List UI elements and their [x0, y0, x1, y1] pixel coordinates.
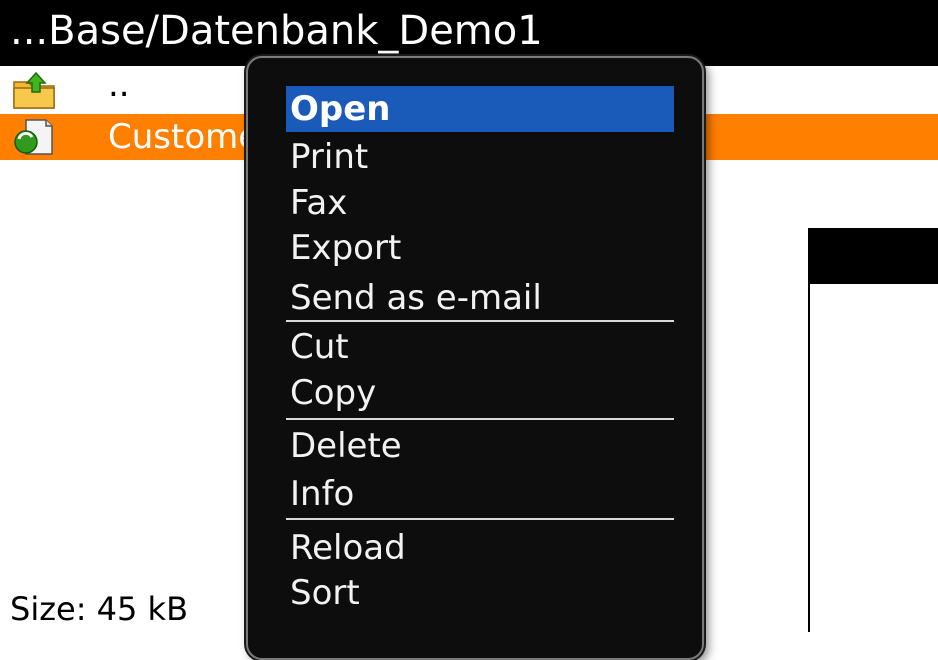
path-title: ...Base/Datenbank_Demo1 — [10, 8, 543, 54]
menu-item-send-email[interactable]: Send as e-mail — [286, 275, 674, 321]
menu-item-cut[interactable]: Cut — [286, 324, 674, 370]
background-panel-header — [810, 228, 938, 284]
file-size-status: Size: 45 kB — [10, 590, 189, 628]
file-name: .. — [108, 65, 130, 105]
background-panel — [808, 228, 938, 632]
menu-item-copy[interactable]: Copy — [286, 370, 674, 416]
folder-up-icon — [12, 71, 56, 110]
menu-item-delete[interactable]: Delete — [286, 423, 674, 469]
menu-item-fax[interactable]: Fax — [286, 180, 674, 226]
menu-item-reload[interactable]: Reload — [286, 525, 674, 571]
database-file-icon — [12, 118, 56, 156]
menu-item-export[interactable]: Export — [286, 225, 674, 271]
context-menu: Open Print Fax Export Send as e-mail Cut… — [246, 56, 704, 660]
menu-separator — [286, 418, 674, 420]
menu-item-sort[interactable]: Sort — [286, 570, 674, 616]
menu-item-print[interactable]: Print — [286, 134, 674, 180]
menu-item-info[interactable]: Info — [286, 471, 674, 517]
menu-separator — [286, 518, 674, 520]
menu-separator — [286, 320, 674, 322]
menu-item-open[interactable]: Open — [286, 86, 674, 132]
